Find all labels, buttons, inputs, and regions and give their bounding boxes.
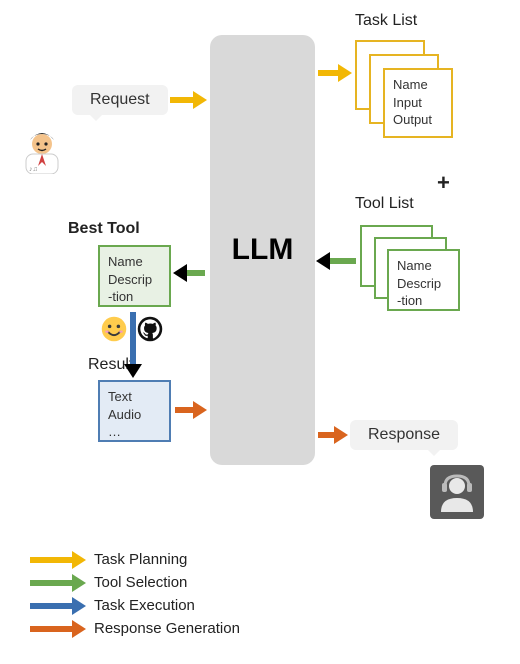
user-avatar (430, 465, 484, 519)
result-card: Text Audio … (98, 380, 171, 442)
legend-arrow-green (30, 580, 84, 586)
best-tool-line: Descrip (108, 271, 161, 289)
tool-card-line: -tion (397, 292, 450, 310)
task-card-front: Name Input Output (383, 68, 453, 138)
github-icon (136, 315, 164, 348)
request-bubble: Request (72, 85, 168, 115)
best-tool-card: Name Descrip -tion (98, 245, 171, 307)
legend: Task Planning Tool Selection Task Execut… (30, 545, 240, 643)
plus-symbol: + (437, 170, 450, 196)
svg-text:♪♫: ♪♫ (29, 166, 38, 173)
legend-text: Response Generation (94, 620, 240, 637)
task-card-line: Input (393, 94, 443, 112)
legend-arrow-blue (30, 603, 84, 609)
task-list-label: Task List (355, 12, 417, 30)
arrow-llm-to-response (318, 432, 346, 438)
arrow-llm-to-besttool (175, 270, 205, 276)
legend-row-response-generation: Response Generation (30, 620, 240, 637)
task-card-line: Output (393, 111, 443, 129)
legend-text: Task Execution (94, 597, 195, 614)
legend-text: Task Planning (94, 551, 187, 568)
legend-row-tool-selection: Tool Selection (30, 574, 240, 591)
diagram-stage: LLM Request ♪♫ Response Task List (0, 0, 520, 664)
tool-card-front: Name Descrip -tion (387, 249, 460, 311)
response-text: Response (368, 426, 440, 443)
tool-card-line: Name (397, 257, 450, 275)
scientist-avatar: ♪♫ (20, 130, 64, 174)
best-tool-line: Name (108, 253, 161, 271)
legend-arrow-orange (30, 626, 84, 632)
best-tool-line: -tion (108, 288, 161, 306)
llm-label: LLM (232, 233, 294, 267)
best-tool-label: Best Tool (68, 220, 140, 238)
response-bubble: Response (350, 420, 458, 450)
legend-row-task-execution: Task Execution (30, 597, 240, 614)
tool-card-line: Descrip (397, 275, 450, 293)
task-list-stack: Name Input Output (355, 40, 465, 150)
arrow-result-to-llm (175, 407, 205, 413)
arrow-llm-to-tasklist (318, 70, 350, 76)
legend-arrow-yellow (30, 557, 84, 563)
huggingface-icon (100, 315, 128, 348)
request-text: Request (90, 91, 150, 108)
result-line: … (108, 423, 161, 441)
arrow-besttool-to-result (130, 312, 136, 376)
result-line: Audio (108, 406, 161, 424)
legend-text: Tool Selection (94, 574, 187, 591)
legend-row-task-planning: Task Planning (30, 551, 240, 568)
task-card-line: Name (393, 76, 443, 94)
arrow-toollist-to-llm (318, 258, 356, 264)
tool-list-stack: Name Descrip -tion (360, 225, 470, 320)
arrow-request-to-llm (170, 97, 205, 103)
llm-box: LLM (210, 35, 315, 465)
tool-list-label: Tool List (355, 195, 414, 213)
result-line: Text (108, 388, 161, 406)
